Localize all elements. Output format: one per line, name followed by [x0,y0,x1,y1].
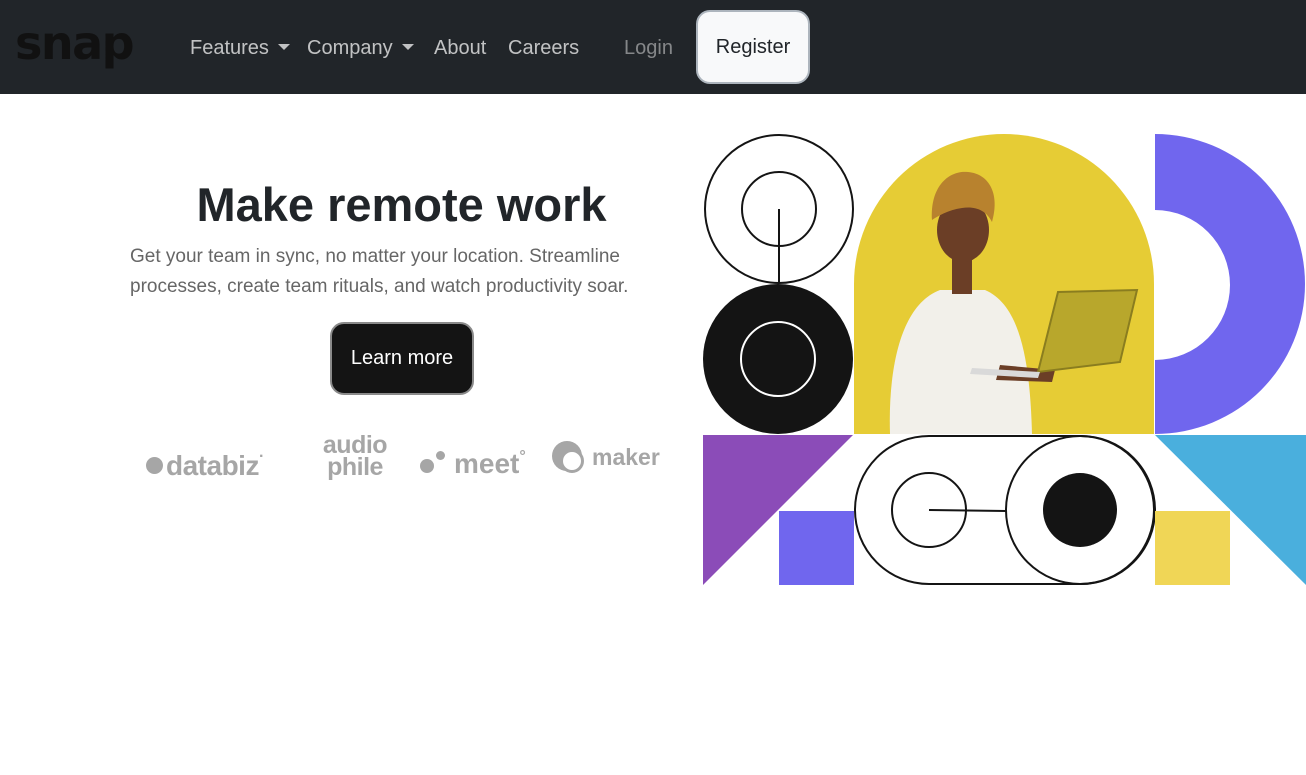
maker-circle-icon [552,441,584,473]
databiz-dot-icon [146,457,163,474]
nav-link-features[interactable]: Features [190,36,290,60]
nav-link-about[interactable]: About [434,36,486,60]
client-logo-databiz: databiz· [146,440,264,483]
hero-illustration [703,134,1306,585]
databiz-mark: · [258,448,264,465]
meet-wordmark: meet [454,448,520,479]
snap-logo[interactable]: snap [15,20,135,66]
outline-circle-shape [704,134,854,284]
yellow-square-shape [1155,511,1230,585]
black-circle-shape [703,284,853,434]
databiz-wordmark: databiz [166,450,259,481]
nav-link-careers[interactable]: Careers [508,36,579,60]
client-logo-audiophile: audio phile [308,433,402,481]
client-logo-maker: maker [552,440,660,474]
violet-half-ring-shape [1155,134,1305,434]
hero-title: Make remote work [196,178,607,231]
person-with-laptop-photo [854,134,1154,434]
capsule-shape [854,435,1156,585]
navbar: snap Features Company About Careers Logi… [0,0,1306,94]
register-button[interactable]: Register [696,10,810,84]
violet-square-shape [779,511,854,585]
maker-wordmark: maker [592,444,660,470]
learn-more-button[interactable]: Learn more [330,322,474,395]
client-logo-meet: meet° [420,440,526,481]
nav-link-company[interactable]: Company [307,36,414,60]
meet-dots-icon [420,447,454,477]
audiophile-wordmark-bottom: phile [327,453,383,481]
hero-description: Get your team in sync, no matter your lo… [130,246,629,297]
login-link[interactable]: Login [624,36,673,60]
meet-mark: ° [519,448,526,465]
